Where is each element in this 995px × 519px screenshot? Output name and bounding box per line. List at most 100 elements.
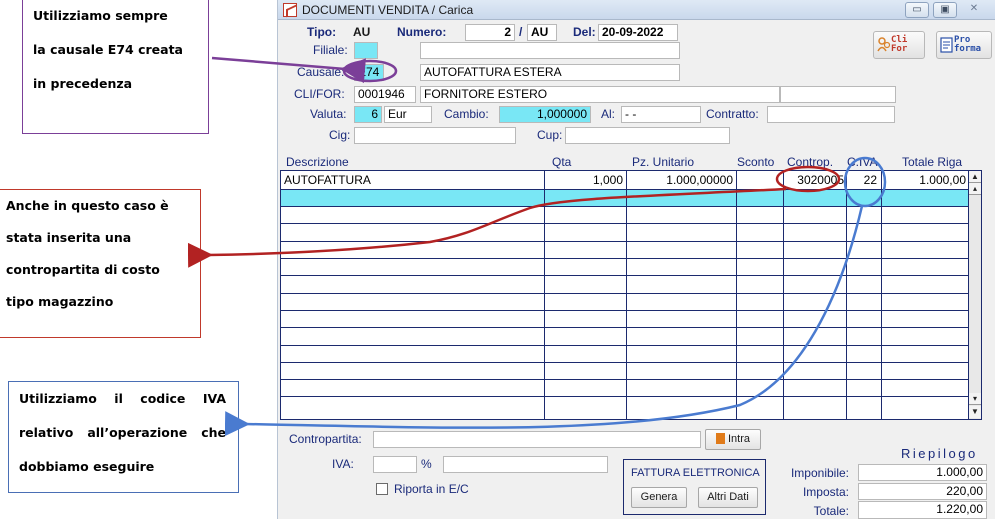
col-header-sconto[interactable]: Sconto xyxy=(737,155,774,169)
row-divider xyxy=(281,188,969,190)
imposta-label: Imposta: xyxy=(802,485,849,499)
imponibile-label: Imponibile: xyxy=(790,466,849,480)
title-bar[interactable]: DOCUMENTI VENDITA / Carica ▭ ▣ ✕ xyxy=(278,0,995,20)
contropartita-label: Contropartita: xyxy=(289,432,362,446)
scroll-top-icon[interactable]: ▲ xyxy=(969,171,981,183)
row-divider xyxy=(281,292,969,294)
col-header-civa[interactable]: C.IVA xyxy=(847,155,877,169)
filiale-label: Filiale: xyxy=(313,43,348,57)
callout-causale-line: in precedenza xyxy=(33,76,133,91)
cambio-field[interactable]: 1,000000 xyxy=(499,106,591,123)
valuta-label: Valuta: xyxy=(310,107,347,121)
col-header-descrizione[interactable]: Descrizione xyxy=(286,155,349,169)
col-divider xyxy=(626,171,627,419)
selected-row[interactable] xyxy=(281,189,969,206)
row-divider xyxy=(281,223,969,225)
col-header-controp[interactable]: Controp. xyxy=(787,155,833,169)
del-date-field[interactable]: 20-09-2022 xyxy=(598,24,678,41)
intra-button[interactable]: Intra xyxy=(705,429,761,450)
callout-contropartita: Anche in questo caso è stata inserita un… xyxy=(0,189,201,338)
imponibile-field: 1.000,00 xyxy=(858,464,987,481)
causale-field[interactable]: E74 xyxy=(354,64,384,81)
callout-contropartita-line: contropartita di costo xyxy=(6,262,160,277)
documenti-vendita-window: DOCUMENTI VENDITA / Carica ▭ ▣ ✕ Tipo: A… xyxy=(277,0,995,519)
row-divider xyxy=(281,206,969,208)
cambio-label: Cambio: xyxy=(444,107,489,121)
callout-causale-line: la causale E74 creata xyxy=(33,42,183,57)
grid-scrollbar[interactable]: ▲ ▴ ▾ ▼ xyxy=(968,171,981,419)
col-divider xyxy=(736,171,737,419)
app-icon xyxy=(283,3,297,17)
righe-grid[interactable]: AUTOFATTURA 1,000 1.000,00000 3020005 22… xyxy=(280,170,982,420)
altri-dati-button[interactable]: Altri Dati xyxy=(698,487,758,508)
callout-causale-line: Utilizziamo sempre xyxy=(33,8,168,23)
contratto-field[interactable] xyxy=(767,106,895,123)
proforma-icon xyxy=(940,37,953,53)
clifor-extra-field[interactable] xyxy=(780,86,896,103)
clifor-label: CLI/FOR: xyxy=(294,87,345,101)
cell-qta[interactable]: 1,000 xyxy=(547,172,623,188)
clifor-button-label: Cli For xyxy=(891,35,908,54)
col-divider xyxy=(846,171,847,419)
close-icon: ✕ xyxy=(969,3,979,14)
cig-field[interactable] xyxy=(354,127,516,144)
genera-button[interactable]: Genera xyxy=(631,487,687,508)
col-header-pz-unitario[interactable]: Pz. Unitario xyxy=(632,155,694,169)
iva-pct-label: % xyxy=(421,457,432,471)
callout-contropartita-line: stata inserita una xyxy=(6,230,132,245)
close-button[interactable]: ✕ xyxy=(962,2,986,18)
callout-causale: Utilizziamo sempre la causale E74 creata… xyxy=(22,0,209,134)
scroll-up-icon[interactable]: ▴ xyxy=(969,183,981,195)
col-header-qta[interactable]: Qta xyxy=(552,155,571,169)
tipo-label: Tipo: xyxy=(307,25,337,39)
cell-pz-unitario[interactable]: 1.000,00000 xyxy=(629,172,733,188)
intra-icon xyxy=(715,433,725,444)
al-field[interactable]: - - xyxy=(621,106,701,123)
clifor-desc-field[interactable]: FORNITORE ESTERO xyxy=(420,86,780,103)
valuta-code-field[interactable]: 6 xyxy=(354,106,382,123)
cell-controp[interactable]: 3020005 xyxy=(786,172,844,188)
col-divider xyxy=(544,171,545,419)
filiale-field[interactable] xyxy=(354,42,378,59)
valuta-field[interactable]: Eur xyxy=(384,106,432,123)
minimize-button[interactable]: ▭ xyxy=(905,2,929,18)
numero-separator: / xyxy=(519,25,523,39)
cell-totale-riga[interactable]: 1.000,00 xyxy=(884,172,966,188)
callout-contropartita-line: tipo magazzino xyxy=(6,294,114,309)
maximize-button[interactable]: ▣ xyxy=(933,2,957,18)
numero-label: Numero: xyxy=(397,25,447,39)
riporta-ec-label: Riporta in E/C xyxy=(394,482,469,496)
totale-label: Totale: xyxy=(813,504,849,518)
clifor-icon xyxy=(877,37,891,52)
row-divider xyxy=(281,361,969,363)
row-divider xyxy=(281,240,969,242)
contratto-label: Contratto: xyxy=(706,107,759,121)
row-divider xyxy=(281,258,969,259)
numero-field[interactable]: 2 xyxy=(465,24,515,41)
iva-code-field[interactable] xyxy=(373,456,417,473)
contropartita-field[interactable] xyxy=(373,431,701,448)
callout-iva-line: Utilizziamo il codice IVA xyxy=(19,391,226,406)
causale-label: Causale: xyxy=(297,65,345,79)
filiale-desc-field[interactable] xyxy=(420,42,680,59)
cell-civa[interactable]: 22 xyxy=(849,172,877,188)
proforma-button[interactable]: Pro forma xyxy=(936,31,992,59)
proforma-button-label: Pro forma xyxy=(954,35,982,54)
cup-field[interactable] xyxy=(565,127,730,144)
row-divider xyxy=(281,309,969,311)
window-title: DOCUMENTI VENDITA / Carica xyxy=(302,3,474,17)
causale-desc-field[interactable]: AUTOFATTURA ESTERA xyxy=(420,64,680,81)
clifor-field[interactable]: 0001946 xyxy=(354,86,416,103)
numero-suffix-field[interactable]: AU xyxy=(527,24,557,41)
clifor-button[interactable]: Cli For xyxy=(873,31,925,59)
riporta-ec-checkbox[interactable] xyxy=(376,483,388,495)
iva-desc-field[interactable] xyxy=(443,456,608,473)
row-divider xyxy=(281,396,969,398)
imposta-field: 220,00 xyxy=(858,483,987,500)
scroll-down-icon[interactable]: ▾ xyxy=(969,393,981,405)
callout-iva-line: relativo all’operazione che xyxy=(19,425,226,440)
scroll-bottom-icon[interactable]: ▼ xyxy=(969,406,981,418)
col-header-totale-riga[interactable]: Totale Riga xyxy=(902,155,962,169)
del-label: Del: xyxy=(573,25,596,39)
cell-descrizione[interactable]: AUTOFATTURA xyxy=(284,172,371,188)
